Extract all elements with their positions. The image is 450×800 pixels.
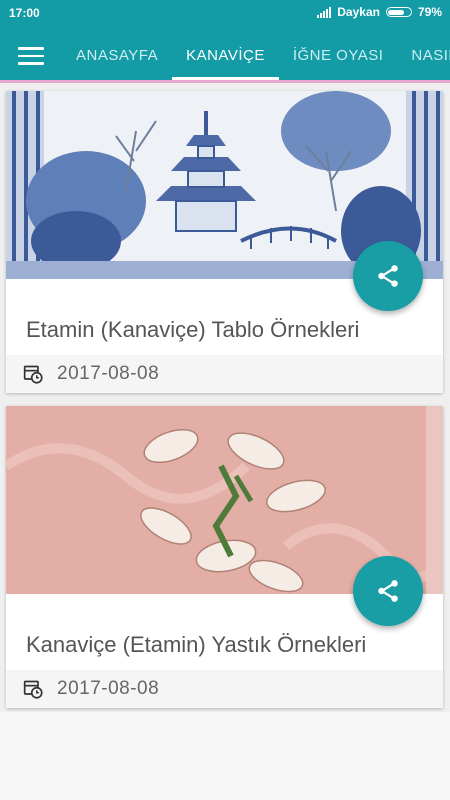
article-title[interactable]: Etamin (Kanaviçe) Tablo Örnekleri [26,317,359,343]
calendar-clock-icon [23,680,43,699]
category-tabs: ANASAYFA KANAVİÇE İĞNE OYASI NASIL [62,27,450,83]
article-meta: 2017-08-08 [6,355,443,393]
appbar-accent-line [0,80,450,83]
article-card-partial[interactable] [0,712,450,800]
article-date: 2017-08-08 [57,363,160,384]
tab-nasil[interactable]: NASIL [397,27,450,83]
tab-igne-oyasi[interactable]: İĞNE OYASI [279,27,398,83]
article-card[interactable]: Kanaviçe (Etamin) Yastık Örnekleri 2017-… [6,406,443,708]
status-time: 17:00 [9,6,40,20]
status-bar: 17:00 Daykan 79% [0,0,450,27]
share-icon [378,265,398,287]
battery-percent: 79% [417,5,442,19]
article-date: 2017-08-08 [57,678,160,699]
tab-kanavice[interactable]: KANAVİÇE [172,27,279,83]
calendar-clock-icon [23,365,43,384]
article-title[interactable]: Kanaviçe (Etamin) Yastık Örnekleri [26,632,366,658]
battery-icon [385,7,412,17]
share-button[interactable] [353,556,423,626]
article-card[interactable]: Etamin (Kanaviçe) Tablo Örnekleri 2017-0… [6,91,443,393]
share-button[interactable] [353,241,423,311]
hamburger-menu-icon[interactable] [18,47,44,65]
article-meta: 2017-08-08 [6,670,443,708]
tab-anasayfa[interactable]: ANASAYFA [62,27,172,83]
carrier-name: Daykan [337,5,380,19]
signal-icon [317,6,332,18]
app-bar: ANASAYFA KANAVİÇE İĞNE OYASI NASIL [0,27,450,83]
share-icon [378,580,398,602]
